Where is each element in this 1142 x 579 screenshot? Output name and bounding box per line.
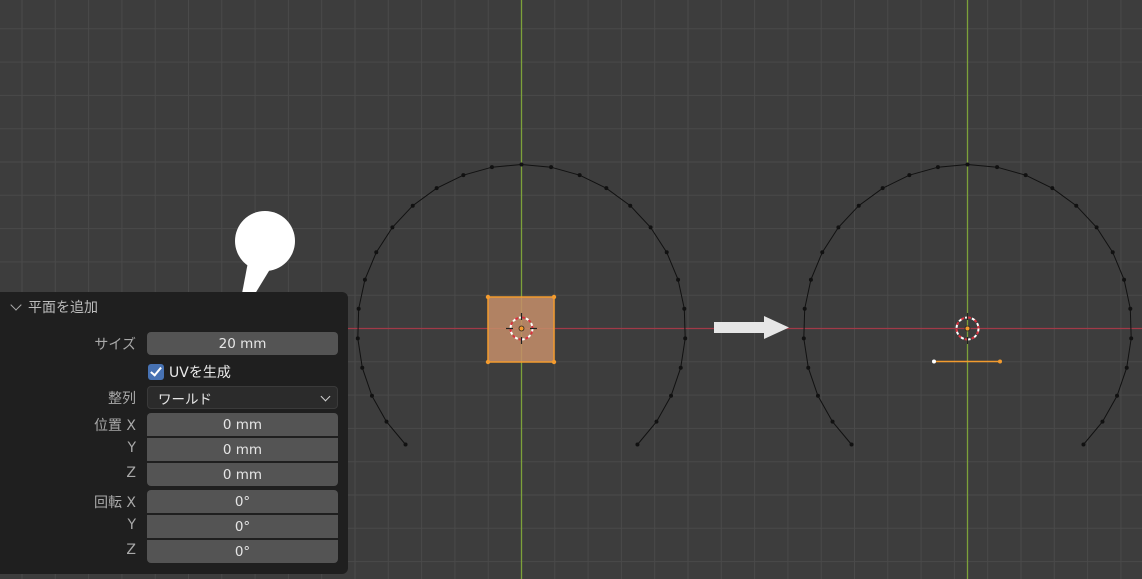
arc-vertex [519,162,524,167]
plane-vertex [485,359,491,365]
arc-vertex [802,306,807,311]
size-field[interactable]: 20 mm [147,332,338,355]
arc-vertex [403,442,408,447]
rotation-y-field[interactable]: 0° [147,515,338,538]
checkmark-icon[interactable] [148,364,164,380]
arc-vertex [682,306,687,311]
location-y-label: Y [127,440,136,456]
arc-vertex [995,165,1000,170]
panel-title: 平面を追加 [28,300,98,316]
arc-vertex [856,203,861,208]
arc-vertex [654,419,659,424]
arc-vertex [362,277,367,282]
arc-vertex [360,365,365,370]
arc-vertex [808,277,813,282]
size-label: サイズ [94,337,136,353]
location-y-field[interactable]: 0 mm [147,438,338,461]
arc-vertex [683,336,688,341]
arc-vertex [907,173,912,178]
arc-vertex [1115,393,1120,398]
arc-vertex [935,165,940,170]
dropdown-caret-icon [320,391,331,402]
arc-vertex [635,442,640,447]
operator-panel[interactable]: 平面を追加 サイズ 20 mm UVを生成 整列 ワールド 位置 X 0 mm … [0,292,348,574]
edge-vertex [998,359,1002,364]
arc-vertex [374,250,379,255]
arc-vertex [434,186,439,191]
rotation-x-label: 回転 X [93,495,136,511]
arc-vertex [410,203,415,208]
generate-uv-toggle[interactable]: UVを生成 [148,362,231,382]
arc-vertex [384,419,389,424]
arc-vertex [549,165,554,170]
arc-vertex [369,393,374,398]
arc-vertex [815,393,820,398]
rotation-z-field[interactable]: 0° [147,540,338,563]
arc-vertex [461,173,466,178]
plane-vertex [485,294,491,300]
arc-vertex [820,250,825,255]
arc-vertex [880,186,885,191]
arc-vertex [801,336,806,341]
arc-vertex [1110,250,1115,255]
origin-icon [518,325,525,332]
arc-vertex [577,173,582,178]
arc-vertex [604,186,609,191]
arrow-right-icon [714,316,789,339]
arc-vertex [1050,186,1055,191]
arc-vertex [1094,225,1099,230]
arc-vertex [1129,336,1134,341]
rotation-x-field[interactable]: 0° [147,490,338,513]
arc-vertex [1081,442,1086,447]
arc-vertex [1023,173,1028,178]
arc-vertex [628,203,633,208]
arc-vertex [356,306,361,311]
location-z-label: Z [126,465,136,481]
arc-vertex [1128,306,1133,311]
arc-vertex [648,225,653,230]
panel-header[interactable]: 平面を追加 [8,298,98,316]
arc-vertex [678,365,683,370]
location-x-label: 位置 X [93,418,136,434]
arc-vertex [676,277,681,282]
rotation-z-label: Z [126,542,136,558]
origin-icon [964,325,971,332]
arc-vertex [1100,419,1105,424]
arc-vertex [355,336,360,341]
arc-vertex [390,225,395,230]
chevron-down-icon[interactable] [10,299,22,311]
arc-vertex [849,442,854,447]
rotation-y-label: Y [127,517,136,533]
arc-vertex [830,419,835,424]
location-x-field[interactable]: 0 mm [147,413,338,436]
align-label: 整列 [108,391,136,407]
arc-vertex [806,365,811,370]
plane-vertex [551,294,557,300]
arc-vertex [664,250,669,255]
arc-vertex [1124,365,1129,370]
arc-vertex [1122,277,1127,282]
arc-vertex [669,393,674,398]
arc-vertex [489,165,494,170]
arc-vertex [1074,203,1079,208]
edge-vertex [932,359,936,364]
align-dropdown[interactable]: ワールド [147,386,338,409]
arc-vertex [836,225,841,230]
3d-viewport[interactable]: 平面を追加 サイズ 20 mm UVを生成 整列 ワールド 位置 X 0 mm … [0,0,1142,579]
generate-uv-label: UVを生成 [169,365,231,381]
plane-vertex [551,359,557,365]
align-value: ワールド [158,391,212,408]
arc-vertex [965,162,970,167]
location-z-field[interactable]: 0 mm [147,463,338,486]
